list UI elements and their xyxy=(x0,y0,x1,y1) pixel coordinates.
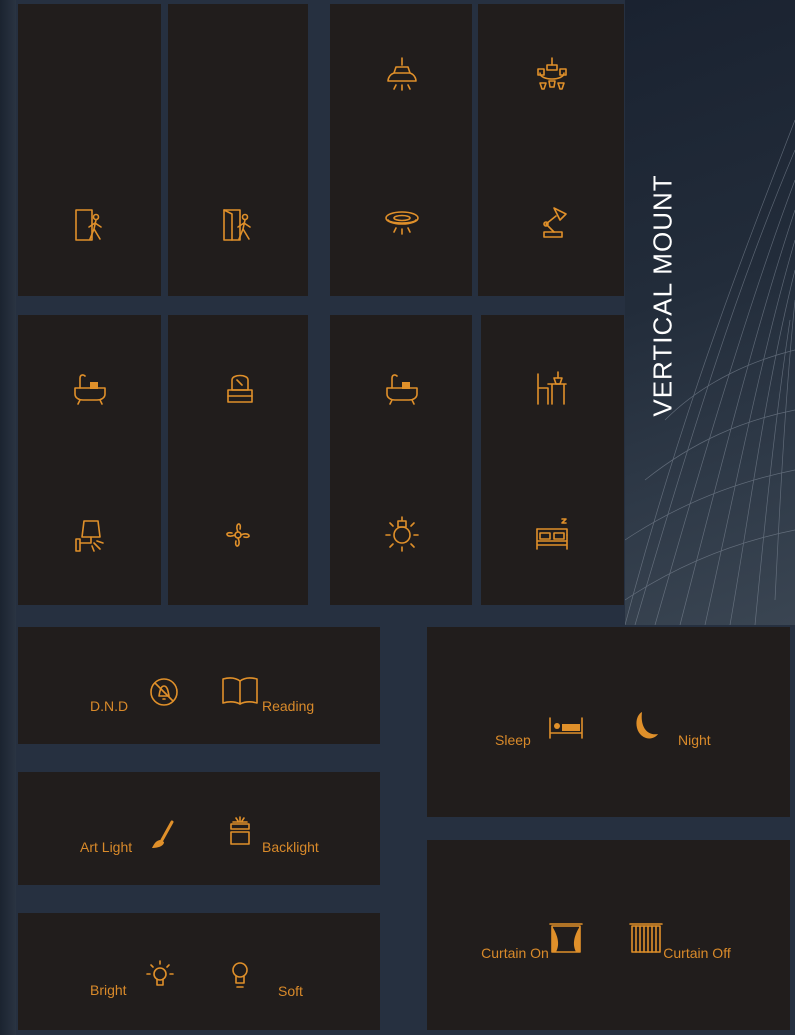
night-label[interactable]: Night xyxy=(678,732,711,748)
reading-label[interactable]: Reading xyxy=(262,698,314,714)
bathtub-icon-2[interactable] xyxy=(382,368,422,408)
desk-chair-icon[interactable] xyxy=(532,368,572,408)
ceiling-light-icon[interactable] xyxy=(382,202,422,242)
bright-label[interactable]: Bright xyxy=(90,982,127,998)
vertical-panel-3-top xyxy=(330,4,472,296)
wall-lamp-icon[interactable] xyxy=(70,515,110,555)
ceiling-fan-icon[interactable] xyxy=(218,515,258,555)
scene-panel-left-1 xyxy=(18,627,380,744)
open-book-icon[interactable] xyxy=(220,670,260,710)
desk-lamp-icon[interactable] xyxy=(532,202,572,242)
backlight-label[interactable]: Backlight xyxy=(262,839,319,855)
vertical-panel-1-bottom xyxy=(18,315,161,605)
scene-panel-left-3 xyxy=(18,913,380,1030)
sleep-label[interactable]: Sleep xyxy=(495,732,531,748)
curtain-open-icon[interactable] xyxy=(546,918,586,958)
soft-label[interactable]: Soft xyxy=(278,983,303,999)
vertical-mount-label: VERTICAL MOUNT xyxy=(648,165,678,425)
vanity-mirror-icon[interactable] xyxy=(220,368,260,408)
sleep-bed-icon[interactable] xyxy=(546,706,586,746)
paint-brush-icon[interactable] xyxy=(142,816,182,856)
vertical-panel-2-bottom xyxy=(168,315,308,605)
moon-icon[interactable] xyxy=(624,706,664,746)
soft-bulb-icon[interactable] xyxy=(220,953,260,993)
vertical-panel-4-top xyxy=(478,4,624,296)
person-exit-door-icon[interactable] xyxy=(70,205,110,245)
scene-panel-left-2 xyxy=(18,772,380,885)
dnd-label[interactable]: D.N.D xyxy=(90,698,128,714)
curtain-on-label[interactable]: Curtain On xyxy=(480,945,550,961)
person-open-door-icon[interactable] xyxy=(218,205,258,245)
light-bulb-icon[interactable] xyxy=(382,515,422,555)
bed-icon[interactable] xyxy=(532,515,572,555)
vertical-mount-text: VERTICAL MOUNT xyxy=(647,173,678,417)
curtain-off-label[interactable]: Curtain Off xyxy=(662,945,732,961)
backlight-icon[interactable] xyxy=(220,814,260,854)
scene-panel-right-2 xyxy=(427,840,790,1030)
left-edge-strip xyxy=(0,0,16,1035)
vertical-panel-4-bottom xyxy=(481,315,624,605)
do-not-disturb-icon[interactable] xyxy=(144,672,184,712)
chandelier-icon[interactable] xyxy=(532,55,572,95)
pendant-lamp-icon[interactable] xyxy=(382,55,422,95)
vertical-panel-1-top xyxy=(18,4,161,296)
curtain-closed-icon[interactable] xyxy=(626,918,666,958)
scene-panel-right-1 xyxy=(427,627,790,817)
vertical-panel-3-bottom xyxy=(330,315,472,605)
bathtub-icon[interactable] xyxy=(70,368,110,408)
bright-bulb-icon[interactable] xyxy=(140,955,180,995)
vertical-panel-2-top xyxy=(168,4,308,296)
art-light-label[interactable]: Art Light xyxy=(80,839,132,855)
